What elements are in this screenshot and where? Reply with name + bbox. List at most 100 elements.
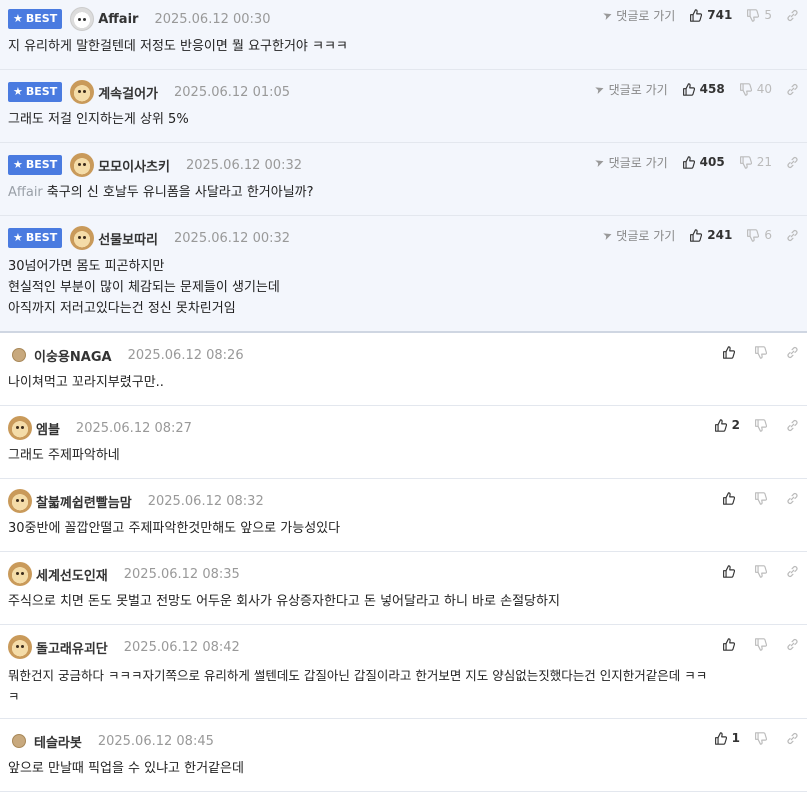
downvote-button[interactable] [754, 345, 772, 359]
star-icon: ★ [13, 158, 23, 171]
upvote-button[interactable]: 241 [689, 228, 732, 242]
best-comment: ★ BEST 선물보따리 2025.06.12 00:32 ➤ 댓글로 가기 241… [0, 216, 807, 333]
upvote-button[interactable]: 741 [689, 8, 732, 22]
upvote-button[interactable]: 458 [682, 82, 725, 96]
downvote-button[interactable] [754, 564, 772, 578]
comment-body: 뭐한건지 궁금하다 ㅋㅋㅋ자기쪽으로 유리하게 썰텐데도 갑질아닌 갑질이라고 … [8, 668, 708, 704]
comment: 찰붋꼐쉽련빨늠맘 2025.06.12 08:32 30중반에 꼴깝안떨고 주제… [0, 479, 807, 552]
avatar[interactable] [8, 416, 32, 440]
thumbs-down-icon [754, 731, 767, 745]
comment-date: 2025.06.12 08:45 [97, 733, 214, 749]
thumbs-up-icon [682, 155, 695, 169]
goto-comment-link[interactable]: ➤ 댓글로 가기 [593, 81, 667, 98]
upvote-button[interactable]: 1 [714, 731, 740, 745]
send-arrow-icon: ➤ [593, 154, 607, 170]
send-arrow-icon: ➤ [601, 227, 615, 243]
thumbs-up-icon [722, 345, 735, 359]
comment: 세계선도인재 2025.06.12 08:35 주식으로 치면 돈도 못벌고 전… [0, 552, 807, 625]
comment-body: 30넘어가면 몸도 피곤하지만 현실적인 부분이 많이 체감되는 문제들이 생기… [8, 259, 280, 316]
thumbs-up-icon [722, 564, 735, 578]
comment-body: 그래도 저걸 인지하는게 상위 5% [8, 112, 189, 127]
comment-body: 그래도 주제파악하네 [8, 448, 120, 463]
link-icon[interactable] [786, 83, 799, 96]
thumbs-down-icon [754, 491, 767, 505]
comment-date: 2025.06.12 00:30 [154, 11, 271, 27]
comment-date: 2025.06.12 00:32 [174, 230, 291, 246]
goto-comment-link[interactable]: ➤ 댓글로 가기 [601, 7, 675, 24]
link-icon[interactable] [786, 492, 799, 505]
downvote-button[interactable]: 6 [746, 228, 772, 242]
downvote-button[interactable] [754, 637, 772, 651]
comment-date: 2025.06.12 08:35 [123, 566, 240, 582]
downvote-button[interactable]: 5 [746, 8, 772, 22]
link-icon[interactable] [786, 346, 799, 359]
avatar[interactable] [8, 489, 32, 513]
send-arrow-icon: ➤ [593, 81, 607, 97]
link-icon[interactable] [786, 638, 799, 651]
comment-body: 나이쳐먹고 꼬라지부렸구만.. [8, 375, 164, 390]
comment-author[interactable]: 돌고래유괴단 [36, 638, 108, 657]
goto-comment-link[interactable]: ➤ 댓글로 가기 [593, 154, 667, 171]
star-icon: ★ [13, 12, 23, 25]
comment-author[interactable]: 이숭용NAGA [34, 346, 112, 365]
star-icon: ★ [13, 85, 23, 98]
link-icon[interactable] [786, 565, 799, 578]
downvote-button[interactable] [754, 491, 772, 505]
downvote-button[interactable] [754, 731, 772, 745]
comment-author[interactable]: Affair [98, 12, 138, 27]
comment-body: 지 유리하게 말한걸텐데 저정도 반응이면 뭘 요구한거야 ㅋㅋㅋ [8, 39, 348, 54]
avatar[interactable] [70, 80, 95, 104]
avatar[interactable] [12, 734, 26, 748]
best-comment: ★ BEST 계속걸어가 2025.06.12 01:05 ➤ 댓글로 가기 458… [0, 70, 807, 143]
comment-author[interactable]: 찰붋꼐쉽련빨늠맘 [36, 492, 132, 511]
comment-author[interactable]: 모모이사츠키 [98, 156, 170, 175]
send-arrow-icon: ➤ [601, 7, 615, 23]
goto-comment-link[interactable]: ➤ 댓글로 가기 [601, 227, 675, 244]
thumbs-up-icon [689, 228, 703, 242]
thumbs-down-icon [754, 564, 767, 578]
thumbs-down-icon [754, 345, 767, 359]
thumbs-down-icon [739, 82, 752, 96]
link-icon[interactable] [786, 229, 799, 242]
thumbs-up-icon [722, 491, 735, 505]
upvote-button[interactable]: 405 [682, 155, 725, 169]
comment-author[interactable]: 선물보따리 [98, 229, 158, 248]
link-icon[interactable] [786, 9, 799, 22]
thumbs-down-icon [746, 228, 760, 242]
comment-date: 2025.06.12 08:32 [147, 493, 264, 509]
avatar[interactable] [70, 7, 95, 31]
comment-date: 2025.06.12 08:27 [75, 420, 192, 436]
link-icon[interactable] [786, 156, 799, 169]
avatar[interactable] [8, 635, 32, 659]
best-badge: ★ BEST [8, 82, 63, 102]
downvote-button[interactable]: 21 [739, 155, 772, 169]
downvote-button[interactable]: 40 [739, 82, 772, 96]
avatar[interactable] [70, 226, 95, 250]
comment-body: 앞으로 만날때 픽업을 수 있냐고 한거같은데 [8, 761, 244, 776]
comment-date: 2025.06.12 08:26 [127, 347, 244, 363]
thumbs-up-icon [714, 418, 727, 432]
best-badge: ★ BEST [8, 228, 63, 248]
comment-author[interactable]: 엠블 [36, 419, 60, 438]
reply-to-author[interactable]: Affair [8, 185, 43, 200]
avatar[interactable] [12, 348, 26, 362]
best-comment: ★ BEST 모모이사츠키 2025.06.12 00:32 ➤ 댓글로 가기 40… [0, 143, 807, 216]
comment-author[interactable]: 계속걸어가 [98, 83, 158, 102]
upvote-button[interactable] [722, 345, 740, 359]
link-icon[interactable] [786, 419, 799, 432]
best-comment: ★ BEST Affair 2025.06.12 00:30 ➤ 댓글로 가기 74… [0, 0, 807, 70]
downvote-button[interactable] [754, 418, 772, 432]
avatar[interactable] [70, 153, 95, 177]
upvote-button[interactable]: 2 [714, 418, 740, 432]
thumbs-up-icon [689, 8, 703, 22]
comment-body: 30중반에 꼴깝안떨고 주제파악한것만해도 앞으로 가능성있다 [8, 521, 341, 536]
comment: 돌고래유괴단 2025.06.12 08:42 뭐한건지 궁금하다 ㅋㅋㅋ자기쪽… [0, 625, 807, 719]
comment-body: 주식으로 치면 돈도 못벌고 전망도 어두운 회사가 유상증자한다고 돈 넣어달… [8, 594, 560, 609]
upvote-button[interactable] [722, 491, 740, 505]
upvote-button[interactable] [722, 564, 740, 578]
comment-author[interactable]: 테슬라봇 [34, 732, 82, 751]
avatar[interactable] [8, 562, 32, 586]
comment-author[interactable]: 세계선도인재 [36, 565, 108, 584]
link-icon[interactable] [786, 732, 799, 745]
upvote-button[interactable] [722, 637, 740, 651]
